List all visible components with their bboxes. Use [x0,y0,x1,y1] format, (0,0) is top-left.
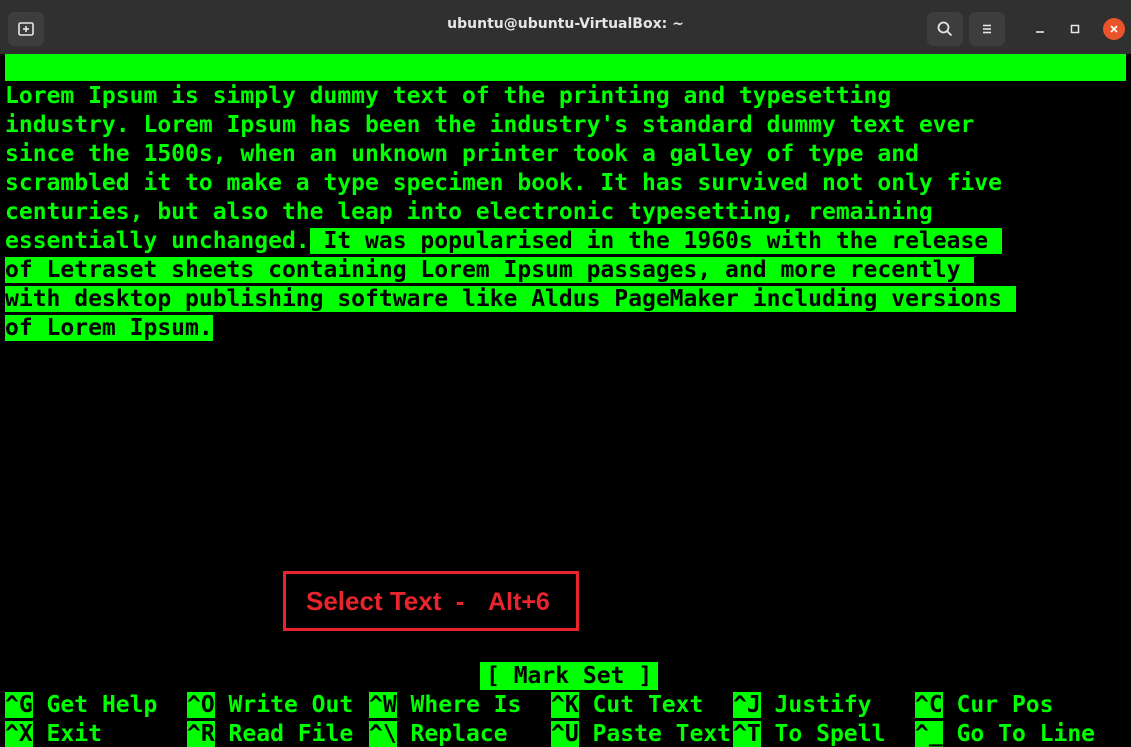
text-line[interactable]: of Letraset sheets containing Lorem Ipsu… [5,256,975,285]
search-button[interactable] [927,12,963,46]
text-line[interactable]: essentially unchanged. It was popularise… [5,227,1002,256]
shortcut-key: ^O [187,692,215,718]
hamburger-menu-icon [983,24,991,34]
text-selected: of Lorem Ipsum. [5,315,213,341]
text-selected: with desktop publishing software like Al… [5,286,1016,312]
shortcut-read-file[interactable]: ^R Read File [187,720,353,747]
shortcut-paste-text[interactable]: ^U Paste Text [551,720,731,747]
text-line[interactable]: Lorem Ipsum is simply dummy text of the … [5,82,891,111]
shortcut-cur-pos[interactable]: ^C Cur Pos [915,691,1053,720]
shortcut-label: Read File [214,721,354,747]
shortcut-label: Go To Line [942,721,1096,747]
text-plain: essentially unchanged. [5,228,310,254]
shortcut-key: ^C [915,692,943,718]
close-button[interactable] [1103,18,1125,40]
text-plain: centuries, but also the leap into electr… [5,199,933,225]
shortcut-get-help[interactable]: ^G Get Help [5,691,157,720]
annotation-text: Select Text - [306,586,465,616]
text-line[interactable]: scrambled it to make a type specimen boo… [5,169,1002,198]
shortcut-cut-text[interactable]: ^K Cut Text [551,691,703,720]
shortcut-label: Cur Pos [942,692,1054,718]
nano-header-bar: GNU nano 4.8 Ubuntu.txt Modified [5,54,1126,161]
shortcut-key: ^K [551,692,579,718]
terminal-window: ubuntu@ubuntu-VirtualBox: ~ GNU nano 4.8… [0,0,1131,747]
shortcut-label: Cut Text [578,692,704,718]
shortcut-label: Where Is [396,692,522,718]
shortcut-key: ^T [733,721,761,747]
maximize-button[interactable] [1064,18,1086,40]
shortcut-key: ^J [733,692,761,718]
shortcut-key: ^_ [915,721,943,747]
shortcut-key: ^R [187,721,215,747]
maximize-icon [1070,24,1080,34]
shortcut-exit[interactable]: ^X Exit [5,720,102,747]
nano-editor[interactable]: GNU nano 4.8 Ubuntu.txt Modified Lorem I… [0,54,1131,747]
shortcut-key: ^U [551,721,579,747]
shortcut-label: To Spell [760,721,886,747]
shortcut-label: Replace [396,721,508,747]
text-plain: industry. Lorem Ipsum has been the indus… [5,112,975,138]
shortcut-key: ^X [5,721,33,747]
text-line[interactable]: with desktop publishing software like Al… [5,285,1016,314]
text-line[interactable]: centuries, but also the leap into electr… [5,198,933,227]
shortcut-write-out[interactable]: ^O Write Out [187,691,353,720]
shortcut-justify[interactable]: ^J Justify [733,691,871,720]
shortcut-label: Write Out [214,692,354,718]
shortcut-label: Get Help [32,692,158,718]
shortcut-where-is[interactable]: ^W Where Is [369,691,521,720]
text-selected: It was popularised in the 1960s with the… [309,228,1002,254]
shortcut-go-to-line[interactable]: ^_ Go To Line [915,720,1095,747]
nano-modified-state: Modified [987,135,1098,161]
text-selected: of Letraset sheets containing Lorem Ipsu… [5,257,975,283]
shortcut-label: Exit [32,721,102,747]
text-plain: since the 1500s, when an unknown printer… [5,141,919,167]
text-plain: Lorem Ipsum is simply dummy text of the … [5,83,892,109]
status-message: [ Mark Set ] [480,662,659,690]
text-line[interactable]: industry. Lorem Ipsum has been the indus… [5,111,974,140]
text-plain: scrambled it to make a type specimen boo… [5,170,1002,196]
close-icon [1110,25,1118,33]
shortcut-label: Justify [760,692,872,718]
shortcut-key: ^W [369,692,397,718]
select-text-annotation: Select Text - Alt+6 [283,571,579,631]
shortcut-to-spell[interactable]: ^T To Spell [733,720,885,747]
shortcut-key: ^\ [369,721,397,747]
search-icon [937,21,953,37]
shortcut-key: ^G [5,692,33,718]
title-bar: ubuntu@ubuntu-VirtualBox: ~ [0,0,1131,54]
shortcut-label: Paste Text [578,721,732,747]
menu-button[interactable] [969,12,1005,46]
minimize-button[interactable] [1029,18,1051,40]
text-line[interactable]: of Lorem Ipsum. [5,314,213,343]
shortcut-replace[interactable]: ^\ Replace [369,720,507,747]
minimize-icon [1036,31,1044,33]
text-line[interactable]: since the 1500s, when an unknown printer… [5,140,919,169]
annotation-shortcut: Alt+6 [488,588,550,616]
